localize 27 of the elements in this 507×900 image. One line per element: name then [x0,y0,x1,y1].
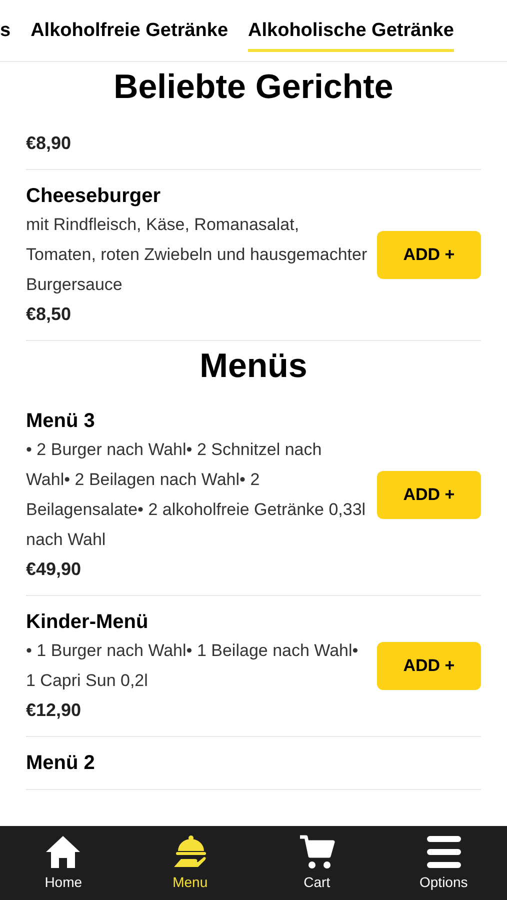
dish-description: • 2 Burger nach Wahl• 2 Schnitzel nach Wahl• 2 Beilagen nach Wahl• 2 Beilagensalate• 2 alkoholfreie Getränke 0,33l nach Wahl [26,439,367,551]
nav-tab[interactable]: Cart [254,826,380,900]
add-button[interactable]: ADD + [377,642,481,690]
dish-price: €12,90 [26,699,82,722]
dish-price: €49,90 [26,558,82,581]
dish-name: Menü 3 [26,409,96,434]
dish-price: €8,50 [26,302,72,326]
section-heading: Menüs [198,346,308,386]
add-button[interactable]: ADD + [377,471,481,519]
serving-cloche-icon [173,834,208,870]
category-tab[interactable]: s [0,8,11,52]
nav-tab[interactable]: Home [0,826,127,900]
category-tab[interactable]: Alkoholische Getränke [248,8,454,52]
dish-name: Cheeseburger [26,184,162,208]
home-icon [44,834,82,870]
dish-description: • 1 Burger nach Wahl• 1 Beilage nach Wahl• 1 Capri Sun 0,2l [26,640,360,692]
dish-price: €8,90 [26,132,72,154]
dish-name: Menü 2 [26,751,96,776]
cart-icon [298,834,335,870]
dish-name: Kinder-Menü [26,610,150,635]
category-tab[interactable]: Alkoholfreie Getränke [30,8,228,52]
nav-tab[interactable]: Menu [126,826,254,900]
menu-icon [426,834,462,870]
dish-description: mit Rindfleisch, Käse, Romanasalat, Tomaten, roten Zwiebeln und hausgemachter Burgersauce [26,214,368,296]
add-button[interactable]: ADD + [377,230,481,278]
section-heading: Beliebte Gerichte [112,67,394,108]
nav-tab[interactable]: Options [380,826,507,900]
